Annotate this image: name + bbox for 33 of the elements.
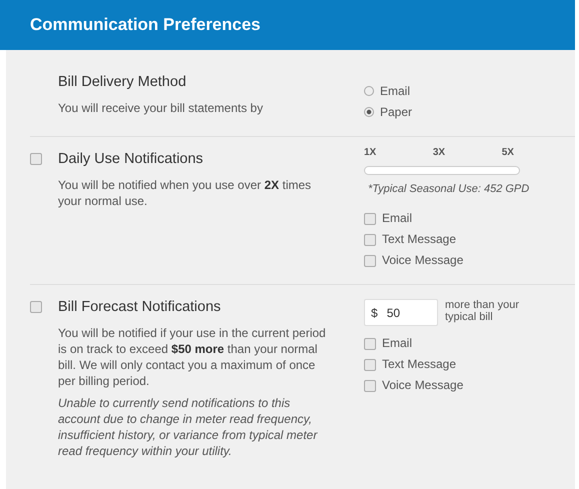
section-title: Bill Delivery Method <box>58 74 188 90</box>
section-title: Bill Forecast Notifications <box>58 299 222 315</box>
section-description: You will receive your bill statements by <box>58 100 264 116</box>
option-label: Text Message <box>382 356 456 370</box>
option-label: Email <box>380 84 410 98</box>
checkbox[interactable] <box>364 254 376 266</box>
option-label: Email <box>382 210 412 224</box>
section-description: You will be notified when you use over 2X times your normal use. <box>58 177 312 209</box>
scale-label: 3X <box>432 147 446 158</box>
amount-field[interactable]: $ 50 <box>364 299 438 326</box>
section-title: Daily Use Notifications <box>58 151 204 167</box>
scale-label: 1X <box>364 147 376 158</box>
option-label: Paper <box>380 104 412 118</box>
checkbox[interactable] <box>364 358 376 370</box>
notice-text: Unable to currently send notifications to this account due to change in meter read frequency, insufficient history, or variance from typical meter read frequency within your utility. <box>58 395 319 459</box>
usage-note: *Typical Seasonal Use: 452 GPD <box>368 183 530 195</box>
checkbox[interactable] <box>30 153 42 165</box>
radio-button[interactable] <box>364 86 374 96</box>
checkbox[interactable] <box>364 338 376 350</box>
slider-track[interactable] <box>364 166 520 175</box>
page-title: Communication Preferences <box>30 15 261 35</box>
section-description: You will be notified if your use in the current period is on track to exceed $50 more than your normal bill. We will only contact you a maximum of once per billing period. <box>58 325 327 389</box>
checkbox[interactable] <box>364 212 376 224</box>
checkbox[interactable] <box>30 301 42 313</box>
option-label: Text Message <box>382 232 456 246</box>
amount-caption: more than your typical bill <box>445 299 520 325</box>
option-label: Email <box>382 336 412 350</box>
checkbox[interactable] <box>364 234 376 246</box>
scale-label: 5X <box>502 147 514 158</box>
option-label: Voice Message <box>382 252 464 266</box>
option-label: Voice Message <box>382 378 464 392</box>
checkbox[interactable] <box>364 380 376 392</box>
radio-button[interactable] <box>364 106 374 116</box>
